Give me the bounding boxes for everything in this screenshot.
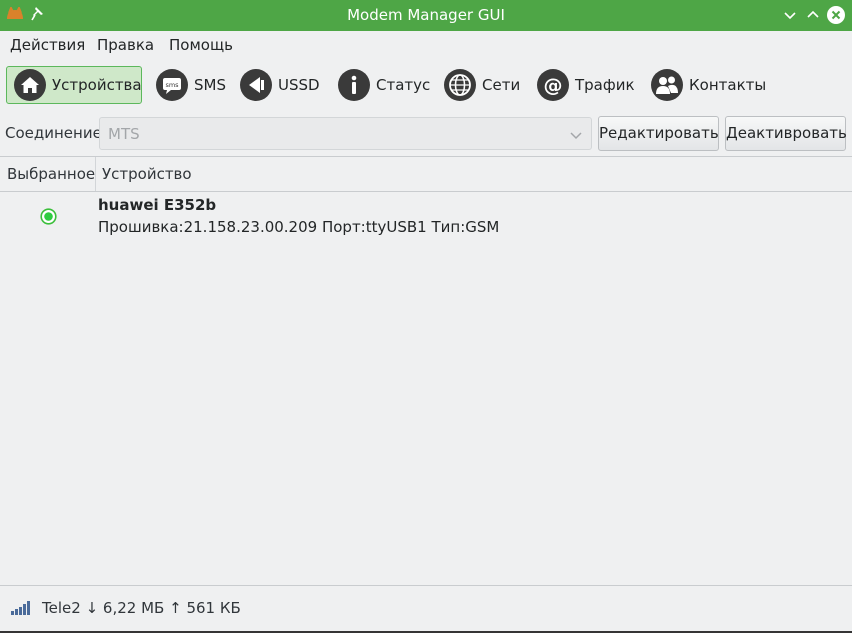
close-button[interactable] bbox=[827, 6, 845, 24]
status-bar: Tele2 ↓ 6,22 МБ ↑ 561 КБ bbox=[0, 585, 852, 631]
contacts-icon bbox=[650, 68, 684, 102]
tab-devices[interactable]: Устройства bbox=[6, 66, 142, 104]
tab-contacts-label: Контакты bbox=[689, 76, 767, 94]
sms-icon: sms bbox=[155, 68, 189, 102]
toolbar: Устройства sms SMS USSD Статус Сети @ Тр… bbox=[0, 62, 852, 110]
tab-status-label: Статус bbox=[376, 76, 431, 94]
minimize-button[interactable] bbox=[781, 6, 799, 24]
ussd-icon bbox=[239, 68, 273, 102]
svg-text:sms: sms bbox=[165, 81, 179, 89]
table-row[interactable]: huawei E352b Прошивка:21.158.23.00.209 П… bbox=[0, 192, 852, 242]
svg-text:@: @ bbox=[544, 75, 563, 97]
signal-strength-icon bbox=[11, 601, 33, 615]
tab-traffic-label: Трафик bbox=[575, 76, 635, 94]
title-bar[interactable]: Modem Manager GUI bbox=[0, 0, 852, 31]
globe-icon bbox=[443, 68, 477, 102]
deactivate-button[interactable]: Деактивровать bbox=[725, 116, 847, 151]
close-icon bbox=[831, 10, 841, 20]
tab-traffic[interactable]: @ Трафик bbox=[530, 66, 641, 104]
column-header-device[interactable]: Устройство bbox=[96, 157, 192, 191]
status-text: Tele2 ↓ 6,22 МБ ↑ 561 КБ bbox=[42, 599, 241, 617]
tab-status[interactable]: Статус bbox=[331, 66, 436, 104]
connection-label: Соединение bbox=[5, 124, 102, 142]
window-title: Modem Manager GUI bbox=[347, 6, 505, 24]
menu-edit[interactable]: Правка bbox=[97, 36, 154, 54]
connection-select[interactable]: MTS bbox=[99, 117, 592, 150]
operator-name: Tele2 bbox=[42, 599, 81, 617]
upload-traffic: ↑ 561 КБ bbox=[169, 599, 241, 617]
menu-actions[interactable]: Действия bbox=[10, 36, 85, 54]
home-icon bbox=[13, 68, 47, 102]
device-name: huawei E352b bbox=[98, 196, 217, 214]
tab-networks-label: Сети bbox=[482, 76, 521, 94]
main-window: Modem Manager GUI Действия Правка Помощь… bbox=[0, 0, 852, 631]
tab-networks[interactable]: Сети bbox=[437, 66, 526, 104]
device-details: Прошивка:21.158.23.00.209 Порт:ttyUSB1 Т… bbox=[98, 218, 500, 236]
edit-button[interactable]: Редактировать bbox=[598, 116, 719, 151]
menu-help[interactable]: Помощь bbox=[169, 36, 233, 54]
tab-sms-label: SMS bbox=[194, 76, 226, 94]
tab-sms[interactable]: sms SMS bbox=[149, 66, 232, 104]
connection-row: Соединение MTS Редактировать Деактиврова… bbox=[0, 112, 852, 154]
table-header: Выбранное Устройство bbox=[0, 157, 852, 192]
maximize-button[interactable] bbox=[804, 6, 822, 24]
menu-bar: Действия Правка Помощь bbox=[0, 31, 852, 59]
chevron-down-icon bbox=[569, 128, 583, 140]
devices-table: Выбранное Устройство huawei E352b Прошив… bbox=[0, 156, 852, 585]
tab-contacts[interactable]: Контакты bbox=[644, 66, 772, 104]
selected-radio[interactable] bbox=[40, 208, 57, 225]
tab-ussd[interactable]: USSD bbox=[233, 66, 326, 104]
tab-devices-label: Устройства bbox=[52, 76, 142, 94]
download-traffic: ↓ 6,22 МБ bbox=[85, 599, 165, 617]
tab-ussd-label: USSD bbox=[278, 76, 320, 94]
info-icon bbox=[337, 68, 371, 102]
connection-select-value: MTS bbox=[108, 125, 140, 143]
at-icon: @ bbox=[536, 68, 570, 102]
column-header-selected[interactable]: Выбранное bbox=[0, 157, 96, 191]
